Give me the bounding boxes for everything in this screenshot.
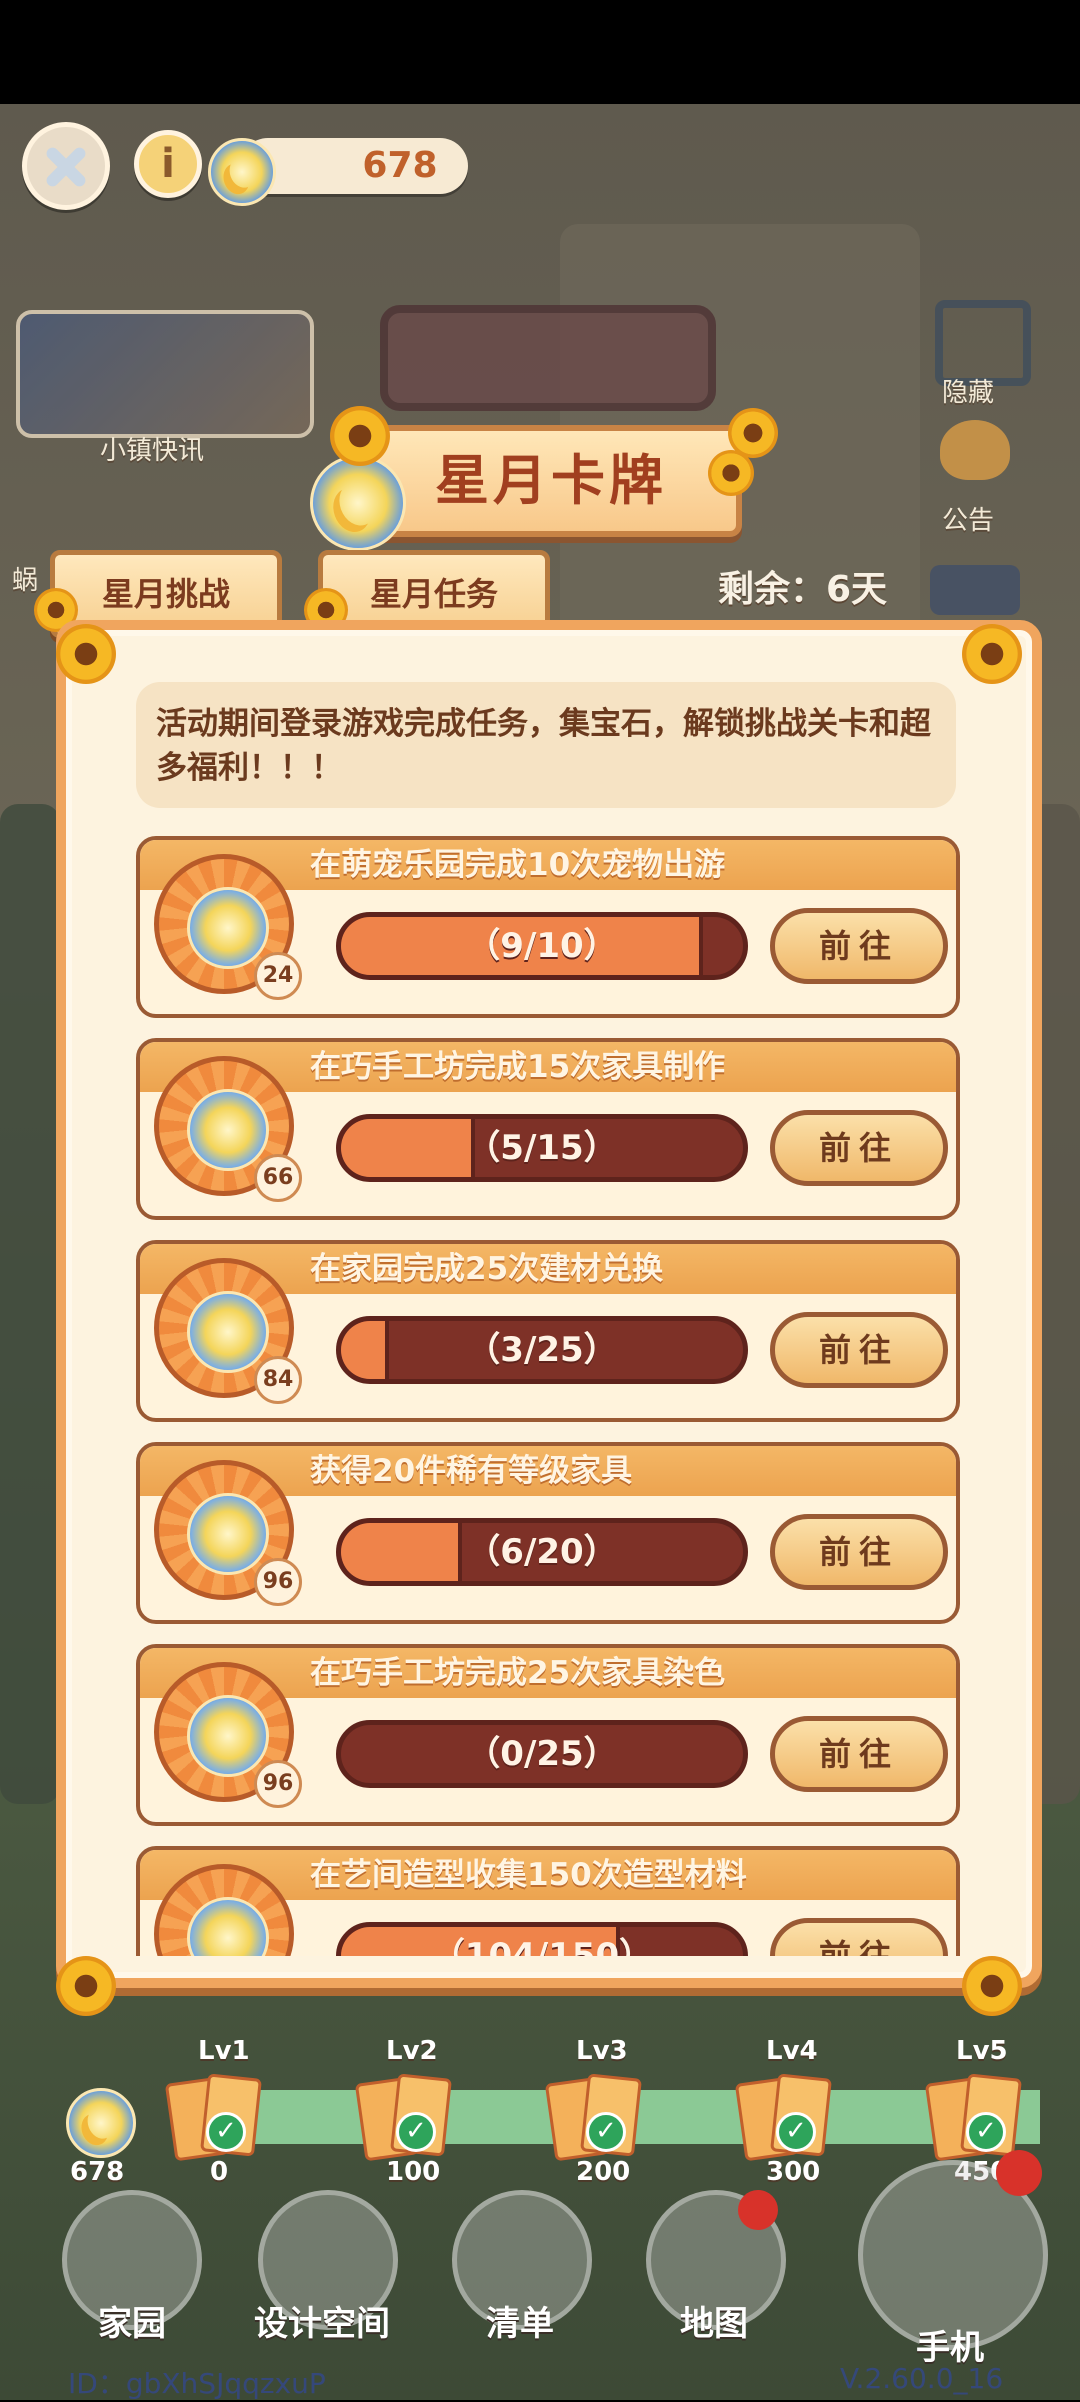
notification-dot xyxy=(996,2150,1042,2196)
sunflower-icon xyxy=(962,624,1022,684)
go-button[interactable]: 前往 xyxy=(770,1514,948,1590)
level-threshold: 200 xyxy=(576,2157,631,2187)
task-title: 获得20件稀有等级家具 xyxy=(310,1453,633,1489)
task-card: 在巧手工坊完成25次家具染色 96 （0/25） 前往 xyxy=(136,1644,960,1826)
level-label: Lv3 xyxy=(576,2036,628,2066)
moon-gem-icon xyxy=(187,1695,269,1777)
task-progress-bar: （5/15） xyxy=(336,1114,748,1182)
level-threshold: 0 xyxy=(210,2157,229,2187)
version-label: V.2.60.0_16 xyxy=(840,2362,1004,2395)
info-button[interactable]: i xyxy=(134,130,202,198)
check-icon: ✓ xyxy=(966,2112,1006,2152)
event-title-plate: 星月卡牌 xyxy=(360,425,742,537)
reward-amount: 84 xyxy=(254,1356,302,1404)
progress-text: （5/15） xyxy=(466,1128,618,1168)
level-label: Lv2 xyxy=(386,2036,438,2066)
nav-label: 家园 xyxy=(98,2304,166,2344)
task-progress-bar: （3/25） xyxy=(336,1316,748,1384)
sunflower-icon xyxy=(56,1956,116,2016)
check-icon: ✓ xyxy=(776,2112,816,2152)
task-card: 获得20件稀有等级家具 96 （6/20） 前往 xyxy=(136,1442,960,1624)
task-progress-bar: （104/150） xyxy=(336,1922,748,1956)
task-panel: 活动期间登录游戏完成任务，集宝石，解锁挑战关卡和超多福利！！！ 在萌宠乐园完成1… xyxy=(56,620,1042,1988)
task-title: 在巧手工坊完成15次家具制作 xyxy=(310,1049,726,1085)
moon-gem-icon xyxy=(66,2088,136,2158)
progress-text: （9/10） xyxy=(466,926,618,966)
moon-gem-icon xyxy=(187,1493,269,1575)
go-button[interactable]: 前往 xyxy=(770,1110,948,1186)
moon-gem-icon xyxy=(187,887,269,969)
task-progress-bar: （6/20） xyxy=(336,1518,748,1586)
currency-value: 678 xyxy=(362,145,438,186)
sunflower-icon xyxy=(330,406,390,466)
nav-label: 地图 xyxy=(680,2304,748,2344)
level-reward-lv3[interactable]: ✓ xyxy=(544,2073,650,2162)
player-id: ID：gbXhSJqqzxuP xyxy=(68,2367,326,2400)
sunflower-icon xyxy=(962,1956,1022,2016)
moon-gem-icon xyxy=(187,1089,269,1171)
level-label: Lv1 xyxy=(198,2036,250,2066)
level-label: Lv5 xyxy=(956,2036,1008,2066)
reward-amount: 24 xyxy=(254,952,302,1000)
go-button[interactable]: 前往 xyxy=(770,1918,948,1956)
level-current-value: 678 xyxy=(70,2157,125,2187)
progress-text: （104/150） xyxy=(430,1936,654,1956)
left-partial-label: 蜗 xyxy=(12,566,39,596)
event-banner-frame xyxy=(380,305,716,411)
reward-amount: 96 xyxy=(254,1760,302,1808)
sunflower-icon xyxy=(708,450,754,496)
reward-amount: 66 xyxy=(254,1154,302,1202)
task-title: 在巧手工坊完成25次家具染色 xyxy=(310,1655,726,1691)
level-reward-lv2[interactable]: ✓ xyxy=(354,2073,460,2162)
news-banner[interactable] xyxy=(16,310,314,438)
task-card: 在艺间造型收集150次造型材料 48 （104/150） 前往 xyxy=(136,1846,960,1956)
moon-gem-icon xyxy=(208,138,276,206)
level-threshold: 300 xyxy=(766,2157,821,2187)
event-title: 星月卡牌 xyxy=(435,449,667,512)
close-button[interactable] xyxy=(22,122,110,210)
info-icon: i xyxy=(161,141,175,187)
notification-dot xyxy=(738,2190,778,2230)
progress-text: （3/25） xyxy=(466,1330,618,1370)
task-card: 在家园完成25次建材兑换 84 （3/25） 前往 xyxy=(136,1240,960,1422)
announce-label[interactable]: 公告 xyxy=(942,500,994,537)
task-progress-bar: （0/25） xyxy=(336,1720,748,1788)
task-progress-bar: （9/10） xyxy=(336,912,748,980)
moon-gem-icon xyxy=(310,455,406,551)
go-button[interactable]: 前往 xyxy=(770,1716,948,1792)
nav-label: 设计空间 xyxy=(254,2304,390,2344)
go-button[interactable]: 前往 xyxy=(770,1312,948,1388)
progress-text: （0/25） xyxy=(466,1734,618,1774)
tree-silhouette xyxy=(0,804,60,1804)
level-reward-lv5[interactable]: ✓ xyxy=(924,2073,1030,2162)
task-title: 在家园完成25次建材兑换 xyxy=(310,1251,664,1287)
task-list[interactable]: 在萌宠乐园完成10次宠物出游 24 （9/10） 前往 在巧手工坊完成15次家具… xyxy=(136,836,960,1956)
level-label: Lv4 xyxy=(766,2036,818,2066)
reward-amount: 96 xyxy=(254,1558,302,1606)
task-title: 在艺间造型收集150次造型材料 xyxy=(310,1857,747,1893)
level-reward-lv1[interactable]: ✓ xyxy=(164,2073,270,2162)
news-label: 小镇快讯 xyxy=(100,436,205,466)
task-card: 在萌宠乐园完成10次宠物出游 24 （9/10） 前往 xyxy=(136,836,960,1018)
level-reward-lv4[interactable]: ✓ xyxy=(734,2073,840,2162)
check-icon: ✓ xyxy=(586,2112,626,2152)
go-button[interactable]: 前往 xyxy=(770,908,948,984)
level-threshold: 100 xyxy=(386,2157,441,2187)
hide-label[interactable]: 隐藏 xyxy=(942,372,994,409)
task-card: 在巧手工坊完成15次家具制作 66 （5/15） 前往 xyxy=(136,1038,960,1220)
tab-label: 星月挑战 xyxy=(101,575,230,613)
moon-gem-icon xyxy=(187,1897,269,1956)
announcement-icon[interactable] xyxy=(940,420,1010,480)
check-icon: ✓ xyxy=(206,2112,246,2152)
mail-icon[interactable] xyxy=(930,565,1020,615)
check-icon: ✓ xyxy=(396,2112,436,2152)
nav-label: 清单 xyxy=(486,2304,554,2344)
tab-label: 星月任务 xyxy=(369,575,498,613)
remaining-days: 剩余：6天 xyxy=(718,569,888,610)
moon-gem-icon xyxy=(187,1291,269,1373)
task-title: 在萌宠乐园完成10次宠物出游 xyxy=(310,847,726,883)
progress-text: （6/20） xyxy=(466,1532,618,1572)
sunflower-icon xyxy=(56,624,116,684)
event-description: 活动期间登录游戏完成任务，集宝石，解锁挑战关卡和超多福利！！！ xyxy=(136,682,956,808)
